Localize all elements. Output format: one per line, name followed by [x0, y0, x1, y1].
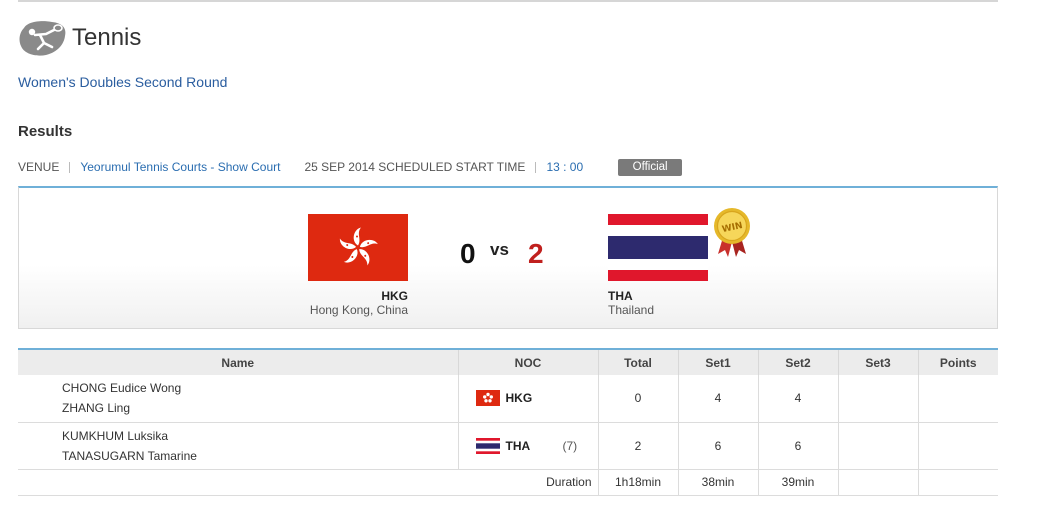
noc-cell: HKG: [458, 375, 599, 423]
noc-cell: THA (7): [458, 422, 599, 470]
sport-title: Tennis: [72, 24, 142, 51]
total-cell: 0: [598, 375, 679, 423]
start-time: 13 : 00: [546, 160, 584, 174]
table-row: KUMKHUM Luksika TANASUGARN Tamarine THA …: [18, 422, 998, 470]
points-cell: [918, 375, 998, 423]
set1-cell: 6: [678, 422, 759, 470]
venue-link[interactable]: Yeorumul Tennis Courts - Show Court: [80, 160, 280, 174]
duration-set3: [838, 469, 919, 496]
player-name[interactable]: KUMKHUM Luksika: [62, 426, 458, 446]
header-set1: Set1: [678, 348, 759, 375]
thailand-flag-icon: [475, 437, 500, 454]
duration-set2: 39min: [758, 469, 839, 496]
away-team-name: Thailand: [608, 303, 655, 317]
match-scoreboard: HKG Hong Kong, China 0 vs 2 THA Thailand…: [18, 186, 998, 329]
noc-code: THA: [505, 438, 531, 453]
total-cell: 2: [598, 422, 679, 470]
table-row: CHONG Eudice Wong ZHANG Ling HKG 0 4 4: [18, 375, 998, 423]
table-header-row: Name NOC Total Set1 Set2 Set3 Points: [18, 348, 998, 375]
match-info-line: VENUE Yeorumul Tennis Courts - Show Cour…: [18, 158, 683, 176]
away-team: THA Thailand: [608, 214, 708, 317]
header-name: Name: [18, 348, 459, 375]
duration-label: Duration: [18, 469, 599, 496]
noc-code: HKG: [505, 391, 533, 406]
player-name[interactable]: CHONG Eudice Wong: [62, 378, 458, 398]
hong-kong-flag: [308, 214, 408, 281]
players-cell: CHONG Eudice Wong ZHANG Ling: [18, 375, 459, 423]
win-medal-icon: WIN: [714, 208, 750, 257]
divider: [69, 161, 71, 173]
player-name[interactable]: TANASUGARN Tamarine: [62, 446, 458, 466]
duration-points: [918, 469, 998, 496]
set1-cell: 4: [678, 375, 759, 423]
header-set2: Set2: [758, 348, 839, 375]
sport-header: Tennis: [18, 16, 141, 60]
home-team: HKG Hong Kong, China: [308, 214, 408, 317]
status-badge: Official: [618, 158, 683, 176]
thailand-flag: [608, 214, 708, 281]
away-score: 2: [528, 238, 544, 269]
points-cell: [918, 422, 998, 470]
away-team-code: THA: [608, 289, 633, 303]
player-name[interactable]: ZHANG Ling: [62, 398, 458, 418]
event-title-link[interactable]: Women's Doubles Second Round: [18, 74, 227, 90]
set3-cell: [838, 422, 919, 470]
header-points: Points: [918, 348, 998, 375]
date-time-label: 25 SEP 2014 SCHEDULED START TIME: [304, 160, 526, 174]
results-table: Name NOC Total Set1 Set2 Set3 Points CHO…: [18, 348, 998, 496]
header-set3: Set3: [838, 348, 919, 375]
hong-kong-flag-icon: [475, 390, 500, 407]
header-noc: NOC: [458, 348, 599, 375]
players-cell: KUMKHUM Luksika TANASUGARN Tamarine: [18, 422, 459, 470]
duration-set1: 38min: [678, 469, 759, 496]
duration-total: 1h18min: [598, 469, 679, 496]
venue-label: VENUE: [18, 160, 60, 174]
tennis-player-icon: [19, 21, 66, 56]
home-score: 0: [460, 238, 476, 269]
duration-row: Duration 1h18min 38min 39min: [18, 469, 998, 496]
seed: (7): [562, 438, 578, 453]
home-team-code: HKG: [381, 289, 408, 303]
versus-label: vs: [490, 240, 509, 259]
set2-cell: 6: [758, 422, 839, 470]
set2-cell: 4: [758, 375, 839, 423]
divider: [535, 161, 537, 173]
home-team-name: Hong Kong, China: [309, 303, 408, 317]
header-total: Total: [598, 348, 679, 375]
top-divider: [18, 0, 998, 2]
results-heading: Results: [18, 123, 73, 140]
set3-cell: [838, 375, 919, 423]
